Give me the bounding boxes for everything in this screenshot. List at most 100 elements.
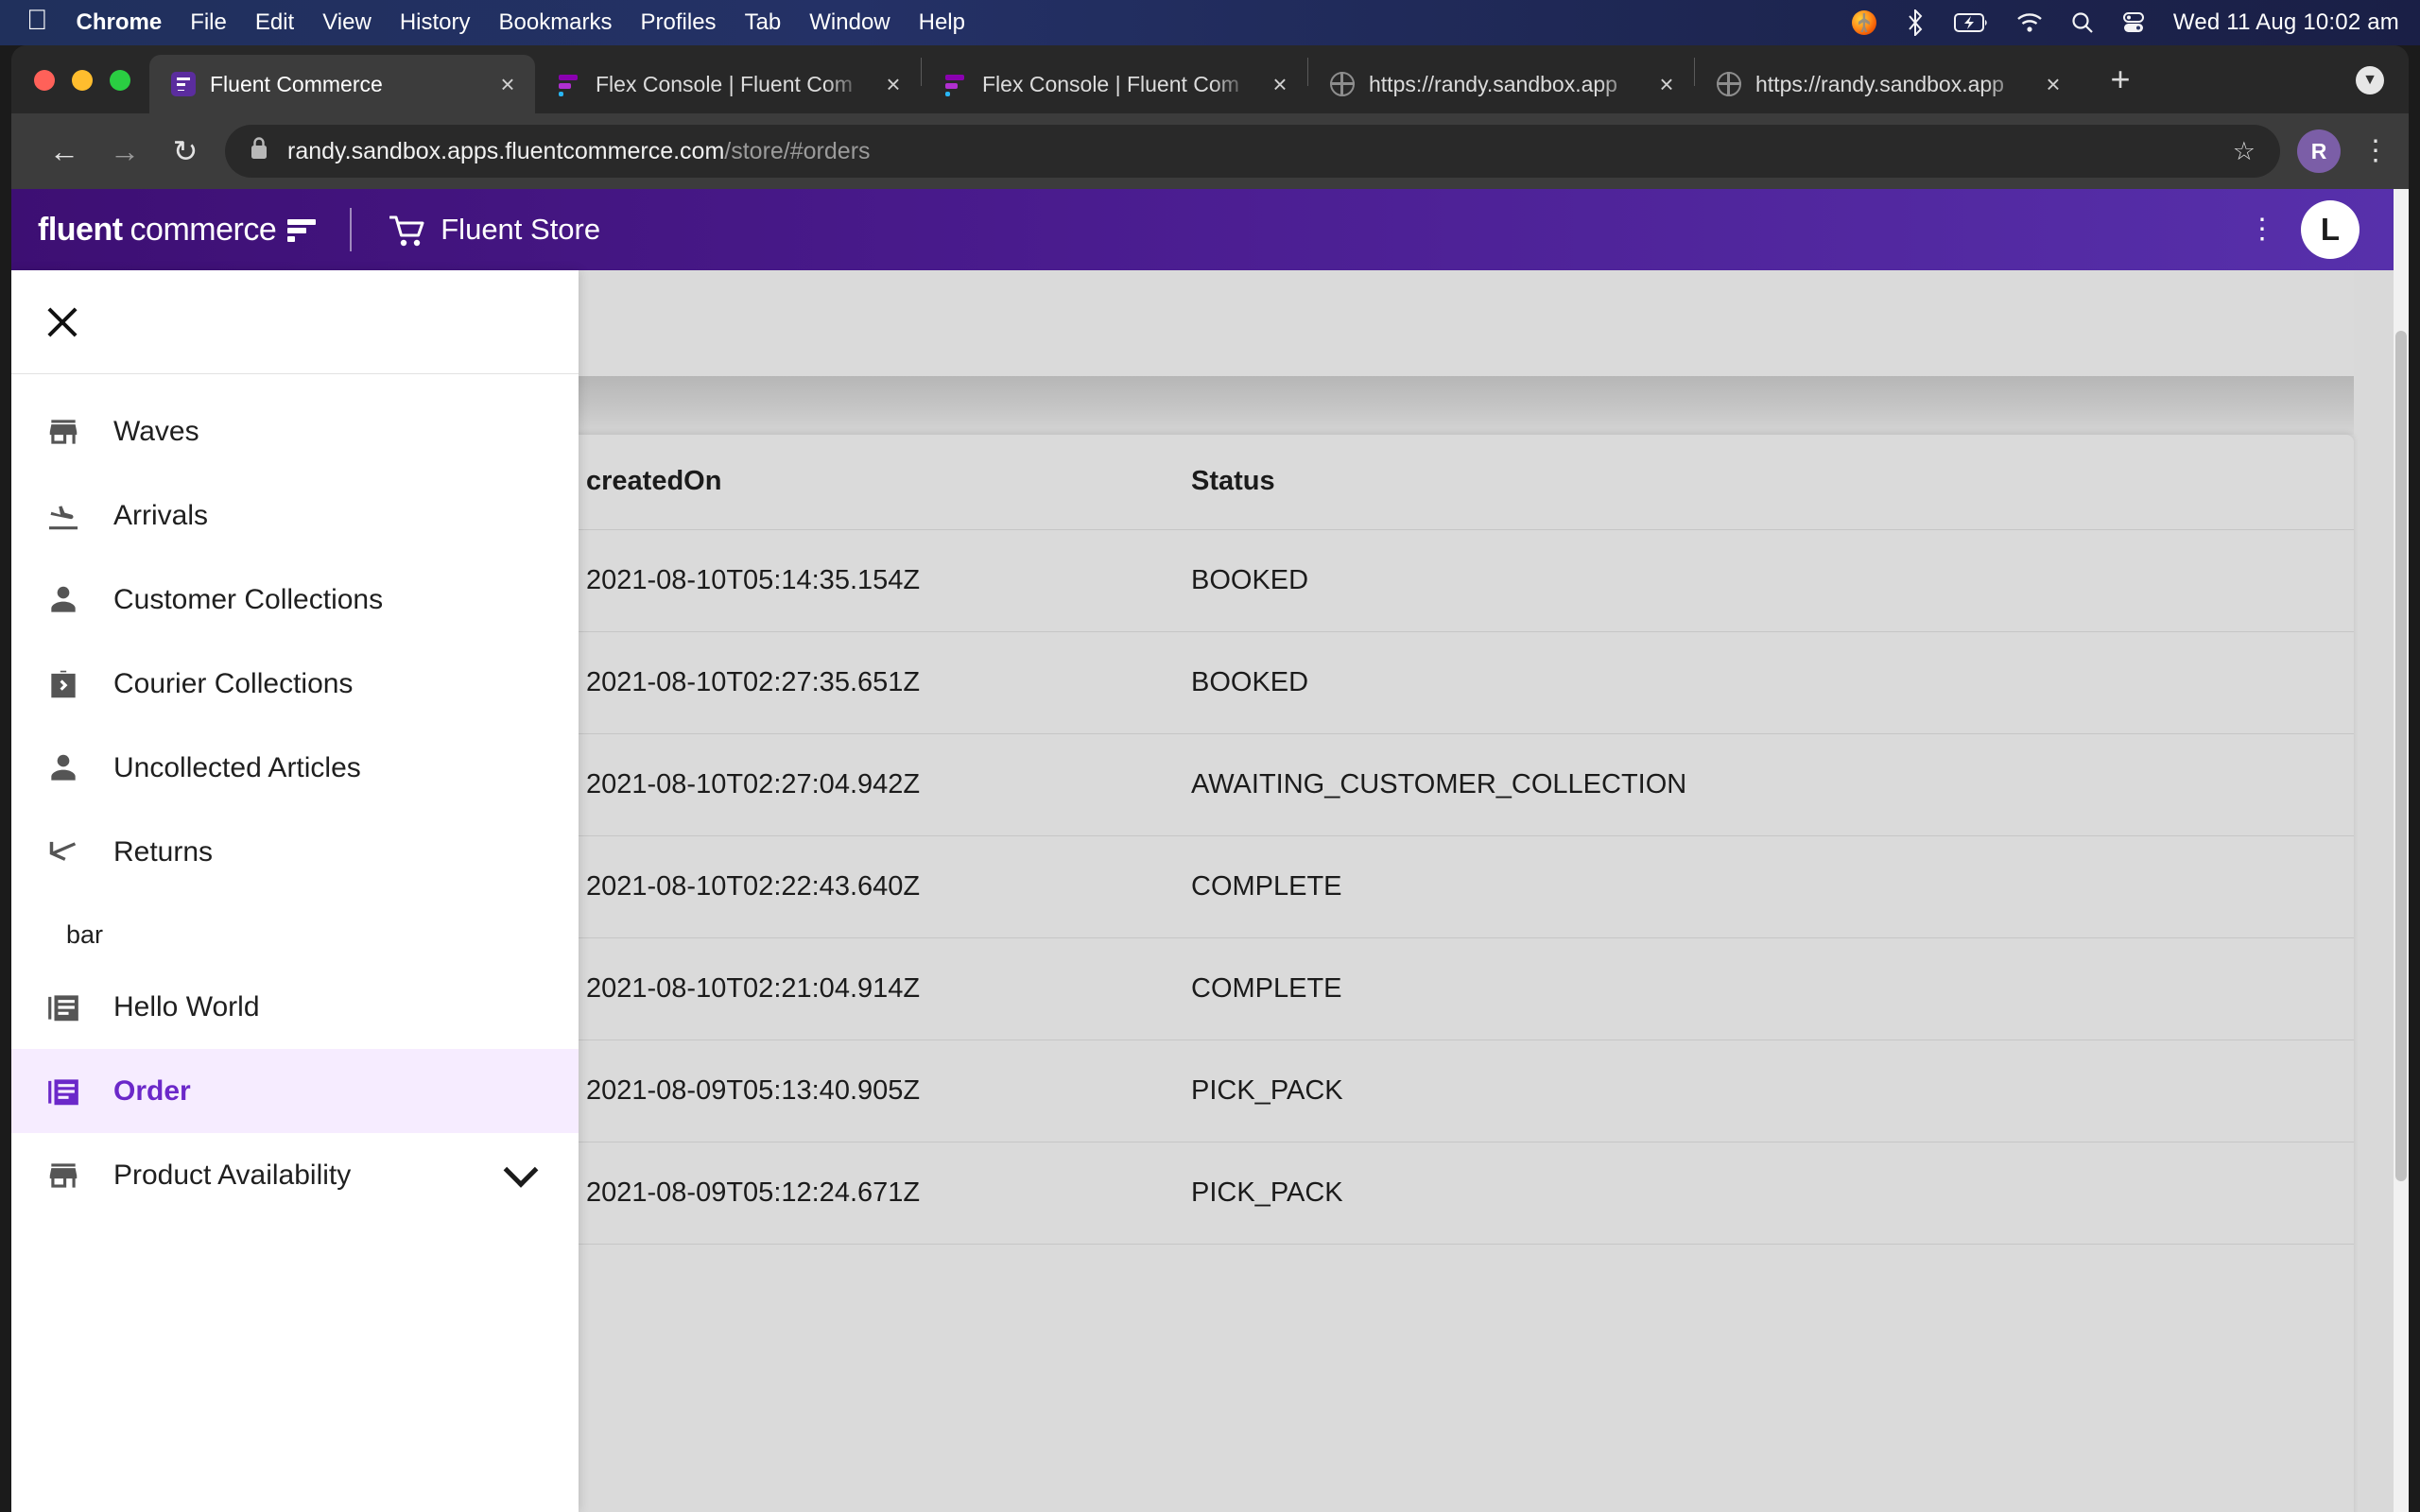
menu-item-help[interactable]: Help xyxy=(919,9,965,36)
chrome-window: Fluent Commerce × Flex Console | Fluent … xyxy=(11,45,2409,1512)
sidebar-item-label: Uncollected Articles xyxy=(113,752,361,784)
drawer-header xyxy=(11,270,579,374)
close-tab-button[interactable]: × xyxy=(1652,70,1681,99)
navigation-drawer: Waves Arrivals Customer Collections xyxy=(11,270,579,1512)
sidebar-item-waves[interactable]: Waves xyxy=(11,389,579,473)
sidebar-item-label: Courier Collections xyxy=(113,668,353,700)
sidebar-item-courier-collections[interactable]: Courier Collections xyxy=(11,642,579,726)
address-bar[interactable]: randy.sandbox.apps.fluentcommerce.com/st… xyxy=(225,125,2280,178)
menu-item-bookmarks[interactable]: Bookmarks xyxy=(498,9,612,36)
page-scrollbar-thumb[interactable] xyxy=(2395,331,2407,1181)
sidebar-item-arrivals[interactable]: Arrivals xyxy=(11,473,579,558)
apple-icon[interactable]:  xyxy=(26,7,48,35)
drawer-nav-list: Waves Arrivals Customer Collections xyxy=(11,374,579,1217)
page-scrollbar[interactable] xyxy=(2394,189,2409,1512)
browser-tab-fluent-commerce[interactable]: Fluent Commerce × xyxy=(149,55,535,113)
menu-item-edit[interactable]: Edit xyxy=(255,9,294,36)
app-menu-kebab-icon[interactable]: ⋮ xyxy=(2248,218,2267,241)
maximize-window-button[interactable] xyxy=(110,70,130,91)
tab-title: Fluent Commerce xyxy=(210,72,480,97)
fluent-favicon xyxy=(170,71,197,97)
menu-item-window[interactable]: Window xyxy=(809,9,890,36)
close-tab-button[interactable]: × xyxy=(493,70,522,99)
person-icon xyxy=(45,582,81,618)
shopping-cart-icon xyxy=(389,215,422,244)
menu-item-profiles[interactable]: Profiles xyxy=(641,9,717,36)
cell-status: COMPLETE xyxy=(1191,835,2354,937)
sidebar-item-uncollected-articles[interactable]: Uncollected Articles xyxy=(11,726,579,810)
menu-item-file[interactable]: File xyxy=(190,9,227,36)
browser-tab-flex-console-1[interactable]: Flex Console | Fluent Com × xyxy=(535,55,921,113)
browser-tab-flex-console-2[interactable]: Flex Console | Fluent Com × xyxy=(922,55,1307,113)
tab-title: Flex Console | Fluent Com xyxy=(982,72,1253,97)
sidebar-item-order[interactable]: Order xyxy=(11,1049,579,1133)
chevron-down-icon[interactable] xyxy=(504,1152,539,1187)
close-tab-button[interactable]: × xyxy=(1266,70,1294,99)
sidebar-item-returns[interactable]: Returns xyxy=(11,810,579,894)
cell-createdon: 2021-08-10T02:22:43.640Z xyxy=(586,835,1191,937)
menu-bar-clock[interactable]: Wed 11 Aug 10:02 am xyxy=(2173,9,2399,36)
menu-item-history[interactable]: History xyxy=(400,9,471,36)
bluetooth-icon[interactable] xyxy=(1905,9,1926,36)
sidebar-item-product-availability[interactable]: Product Availability xyxy=(11,1133,579,1217)
cell-createdon: 2021-08-10T02:27:35.651Z xyxy=(586,631,1191,733)
menu-item-view[interactable]: View xyxy=(322,9,372,36)
close-tab-button[interactable]: × xyxy=(879,70,908,99)
browser-tab-randy-sandbox-1[interactable]: https://randy.sandbox.app × xyxy=(1308,55,1694,113)
omnibox-toolbar: ← → ↻ randy.sandbox.apps.fluentcommerce.… xyxy=(11,113,2409,189)
browser-profile-avatar[interactable]: R xyxy=(2297,129,2341,173)
reload-button[interactable]: ↻ xyxy=(155,133,216,169)
logo-word-fluent: fluent xyxy=(38,212,123,249)
briefcase-icon xyxy=(45,666,81,702)
globe-favicon xyxy=(1329,71,1356,97)
forward-button[interactable]: → xyxy=(95,134,155,169)
sidebar-item-label: Returns xyxy=(113,836,213,868)
close-tab-button[interactable]: × xyxy=(2039,70,2067,99)
cell-createdon: 2021-08-10T02:27:04.942Z xyxy=(586,733,1191,835)
new-tab-button[interactable]: + xyxy=(2101,62,2139,96)
bookmark-star-icon[interactable]: ☆ xyxy=(2233,137,2256,166)
control-center-icon[interactable] xyxy=(2122,11,2145,34)
sidebar-item-label: Arrivals xyxy=(113,500,208,532)
sidebar-item-hello-world[interactable]: Hello World xyxy=(11,965,579,1049)
os-status-area: Wed 11 Aug 10:02 am xyxy=(1852,9,2399,36)
cell-status: PICK_PACK xyxy=(1191,1142,2354,1244)
lock-icon xyxy=(250,136,268,167)
return-arrow-icon xyxy=(45,834,81,870)
store-switcher[interactable]: Fluent Store xyxy=(389,213,600,247)
globe-favicon xyxy=(1716,71,1742,97)
tab-search-chevron-icon[interactable]: ▼ xyxy=(2356,66,2384,94)
column-header-status[interactable]: Status xyxy=(1191,435,2354,529)
app-header: fluentcommerce Fluent Store ⋮ L xyxy=(11,189,2394,270)
flex-favicon xyxy=(556,71,582,97)
back-button[interactable]: ← xyxy=(34,134,95,169)
library-books-icon xyxy=(45,989,81,1025)
minimize-window-button[interactable] xyxy=(72,70,93,91)
tab-title: https://randy.sandbox.app xyxy=(1755,72,2026,97)
menu-item-tab[interactable]: Tab xyxy=(745,9,782,36)
column-header-createdon[interactable]: createdOn xyxy=(586,435,1191,529)
chrome-menu-kebab-icon[interactable]: ⋮ xyxy=(2361,140,2386,163)
page-viewport: fluentcommerce Fluent Store ⋮ L xyxy=(11,189,2409,1512)
fluent-commerce-logo[interactable]: fluentcommerce xyxy=(38,212,316,249)
logo-word-commerce: commerce xyxy=(130,212,277,249)
close-window-button[interactable] xyxy=(34,70,55,91)
siri-icon[interactable] xyxy=(1852,10,1876,35)
url-host: randy.sandbox.apps.fluentcommerce.com xyxy=(287,138,724,164)
sidebar-item-customer-collections[interactable]: Customer Collections xyxy=(11,558,579,642)
close-icon[interactable] xyxy=(42,301,83,343)
search-icon[interactable] xyxy=(2071,11,2094,34)
address-bar-url: randy.sandbox.apps.fluentcommerce.com/st… xyxy=(287,138,871,165)
cell-createdon: 2021-08-10T02:21:04.914Z xyxy=(586,937,1191,1040)
tab-strip: Fluent Commerce × Flex Console | Fluent … xyxy=(11,45,2409,113)
battery-charging-icon[interactable] xyxy=(1954,13,1988,32)
tab-title: https://randy.sandbox.app xyxy=(1369,72,1639,97)
wifi-icon[interactable] xyxy=(2016,12,2043,33)
os-menu-bar:  Chrome File Edit View History Bookmark… xyxy=(0,0,2420,45)
user-avatar[interactable]: L xyxy=(2301,200,2360,259)
browser-tab-randy-sandbox-2[interactable]: https://randy.sandbox.app × xyxy=(1695,55,2081,113)
person-icon xyxy=(45,750,81,786)
menu-item-chrome[interactable]: Chrome xyxy=(77,9,163,36)
flight-land-icon xyxy=(45,498,81,534)
sidebar-group-label: bar xyxy=(11,894,579,965)
